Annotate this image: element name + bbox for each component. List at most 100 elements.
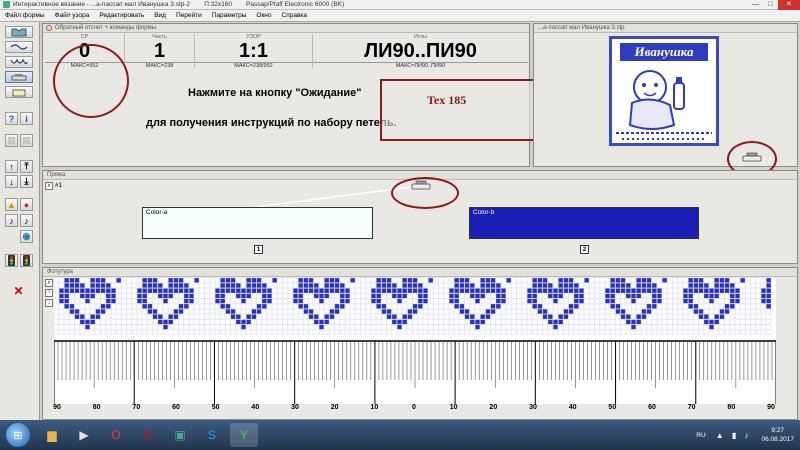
stitch-cell bbox=[506, 288, 512, 294]
warning-icon[interactable]: ▲ bbox=[5, 198, 18, 211]
carriage-icon[interactable] bbox=[5, 86, 33, 98]
yarn-a-number[interactable]: 1 bbox=[254, 245, 263, 254]
menu-options[interactable]: Параметры bbox=[207, 12, 252, 19]
close-button[interactable]: ✕ bbox=[778, 0, 800, 10]
stitch-cell bbox=[724, 298, 730, 304]
yarn-a-swatch[interactable]: Color-a bbox=[142, 207, 373, 239]
stitch-cell bbox=[59, 319, 64, 325]
taskbar-knitting-icon[interactable]: Y bbox=[230, 423, 258, 447]
arrow-to-top-icon[interactable]: ⤒ bbox=[20, 160, 33, 173]
language-indicator[interactable]: RU bbox=[696, 432, 705, 439]
arrow-down-icon[interactable]: ↓ bbox=[5, 175, 18, 188]
eye-icon[interactable]: ◉ bbox=[20, 230, 33, 243]
stitch-cell bbox=[729, 329, 735, 335]
stitch-cell bbox=[755, 319, 761, 325]
machine-mode-icon[interactable] bbox=[5, 71, 33, 83]
menu-window[interactable]: Окно bbox=[251, 12, 276, 19]
stitch-cell bbox=[558, 298, 564, 304]
stitch-cell bbox=[163, 324, 168, 330]
stitch-cell bbox=[683, 293, 688, 299]
stitch-cell bbox=[126, 324, 132, 330]
pattern-down-icon[interactable]: ↓ bbox=[45, 299, 53, 307]
music-note-icon[interactable]: ♪ bbox=[5, 214, 18, 227]
stitch-cell bbox=[163, 283, 168, 288]
stitch-cell bbox=[740, 324, 746, 330]
yarn-b-number[interactable]: 2 bbox=[580, 245, 589, 254]
pattern-grid[interactable] bbox=[54, 278, 776, 340]
stitch-cell bbox=[547, 314, 553, 320]
ruler-label: 60 bbox=[648, 404, 656, 411]
menu-view[interactable]: Вид bbox=[149, 12, 171, 19]
stitch-cell bbox=[651, 278, 657, 283]
stitch-cell bbox=[64, 288, 70, 294]
taskbar-media-icon[interactable]: ▶ bbox=[70, 423, 98, 447]
stitch-cell bbox=[475, 309, 480, 314]
knit-pattern-icon[interactable] bbox=[5, 41, 33, 53]
stitch-wave-icon[interactable] bbox=[5, 56, 33, 68]
stitch-cell bbox=[464, 319, 470, 325]
menu-pattern-file[interactable]: Файл узора bbox=[50, 12, 95, 19]
taskbar-pictures-icon[interactable]: ▣ bbox=[166, 423, 194, 447]
stop-icon[interactable]: ● bbox=[20, 198, 33, 211]
yarn-b-swatch[interactable]: Color-b bbox=[469, 207, 699, 239]
arrow-up-icon[interactable]: ↑ bbox=[5, 160, 18, 173]
stitch-cell bbox=[183, 324, 189, 330]
carriage-position-icon[interactable] bbox=[411, 180, 431, 190]
stitch-cell bbox=[553, 314, 558, 320]
stitch-cell bbox=[376, 329, 382, 335]
menu-goto[interactable]: Перейти bbox=[171, 12, 207, 19]
minimize-button[interactable]: — bbox=[748, 0, 763, 10]
start-button[interactable]: ⊞ bbox=[6, 423, 30, 447]
knitting-machine-icon[interactable] bbox=[742, 152, 762, 162]
arrow-to-bottom-icon[interactable]: ⤓ bbox=[20, 175, 33, 188]
stitch-cell bbox=[579, 293, 584, 299]
help-icon[interactable]: ? bbox=[5, 112, 18, 125]
stitch-cell bbox=[189, 309, 194, 314]
tray-icons[interactable]: ▲ ▮ ♪ bbox=[716, 431, 752, 440]
stitch-cell bbox=[454, 303, 460, 309]
stitch-cell bbox=[95, 293, 101, 299]
stitch-cell bbox=[355, 309, 361, 314]
stitch-cell bbox=[433, 298, 439, 304]
stitch-cell bbox=[163, 288, 168, 294]
taskbar-folder-icon[interactable]: ▆ bbox=[38, 423, 66, 447]
traffic-light-alt-icon[interactable] bbox=[20, 254, 33, 267]
stitch-cell bbox=[324, 293, 330, 299]
stitch-cell bbox=[105, 309, 111, 314]
garment-icon[interactable] bbox=[5, 26, 33, 38]
stitch-cell bbox=[740, 298, 746, 304]
menu-help[interactable]: Справка bbox=[277, 12, 313, 19]
stitch-cell bbox=[485, 303, 491, 309]
menu-edit[interactable]: Редактировать bbox=[94, 12, 149, 19]
stitch-cell bbox=[651, 324, 657, 330]
pattern-zoom-icon[interactable]: ⌕ bbox=[45, 279, 53, 287]
stitch-cell bbox=[95, 283, 101, 288]
maximize-button[interactable]: □ bbox=[763, 0, 778, 10]
taskbar-opera-alt-icon[interactable]: O bbox=[134, 423, 162, 447]
taskbar-opera-icon[interactable]: O bbox=[102, 423, 130, 447]
info-icon[interactable]: i bbox=[20, 112, 33, 125]
taskbar-skype-icon[interactable]: S bbox=[198, 423, 226, 447]
stitch-cell bbox=[407, 324, 413, 330]
stitch-cell bbox=[729, 319, 735, 325]
remove-icon[interactable]: ✕ bbox=[12, 284, 25, 298]
stitch-cell bbox=[402, 319, 408, 325]
stitch-cell bbox=[761, 298, 766, 304]
stitch-cell bbox=[355, 283, 361, 288]
stitch-cell bbox=[703, 283, 709, 288]
stitch-cell bbox=[750, 298, 756, 304]
traffic-light-icon[interactable] bbox=[5, 254, 18, 267]
stitch-cell bbox=[85, 278, 90, 283]
stitch-cell bbox=[64, 329, 70, 335]
stitch-cell bbox=[90, 298, 96, 304]
clock[interactable]: 9:27 06.08.2017 bbox=[761, 426, 794, 444]
pattern-up-icon[interactable]: ↑ bbox=[45, 289, 53, 297]
stitch-cell bbox=[646, 329, 652, 335]
menu-shape-file[interactable]: Файл формы bbox=[0, 12, 50, 19]
music-note-alt-icon[interactable]: ♪ bbox=[20, 214, 33, 227]
stitch-cell bbox=[282, 278, 288, 283]
stitch-cell bbox=[615, 298, 621, 304]
stitch-cell bbox=[64, 278, 70, 283]
stitch-cell bbox=[189, 298, 194, 304]
stitch-cell bbox=[688, 309, 694, 314]
